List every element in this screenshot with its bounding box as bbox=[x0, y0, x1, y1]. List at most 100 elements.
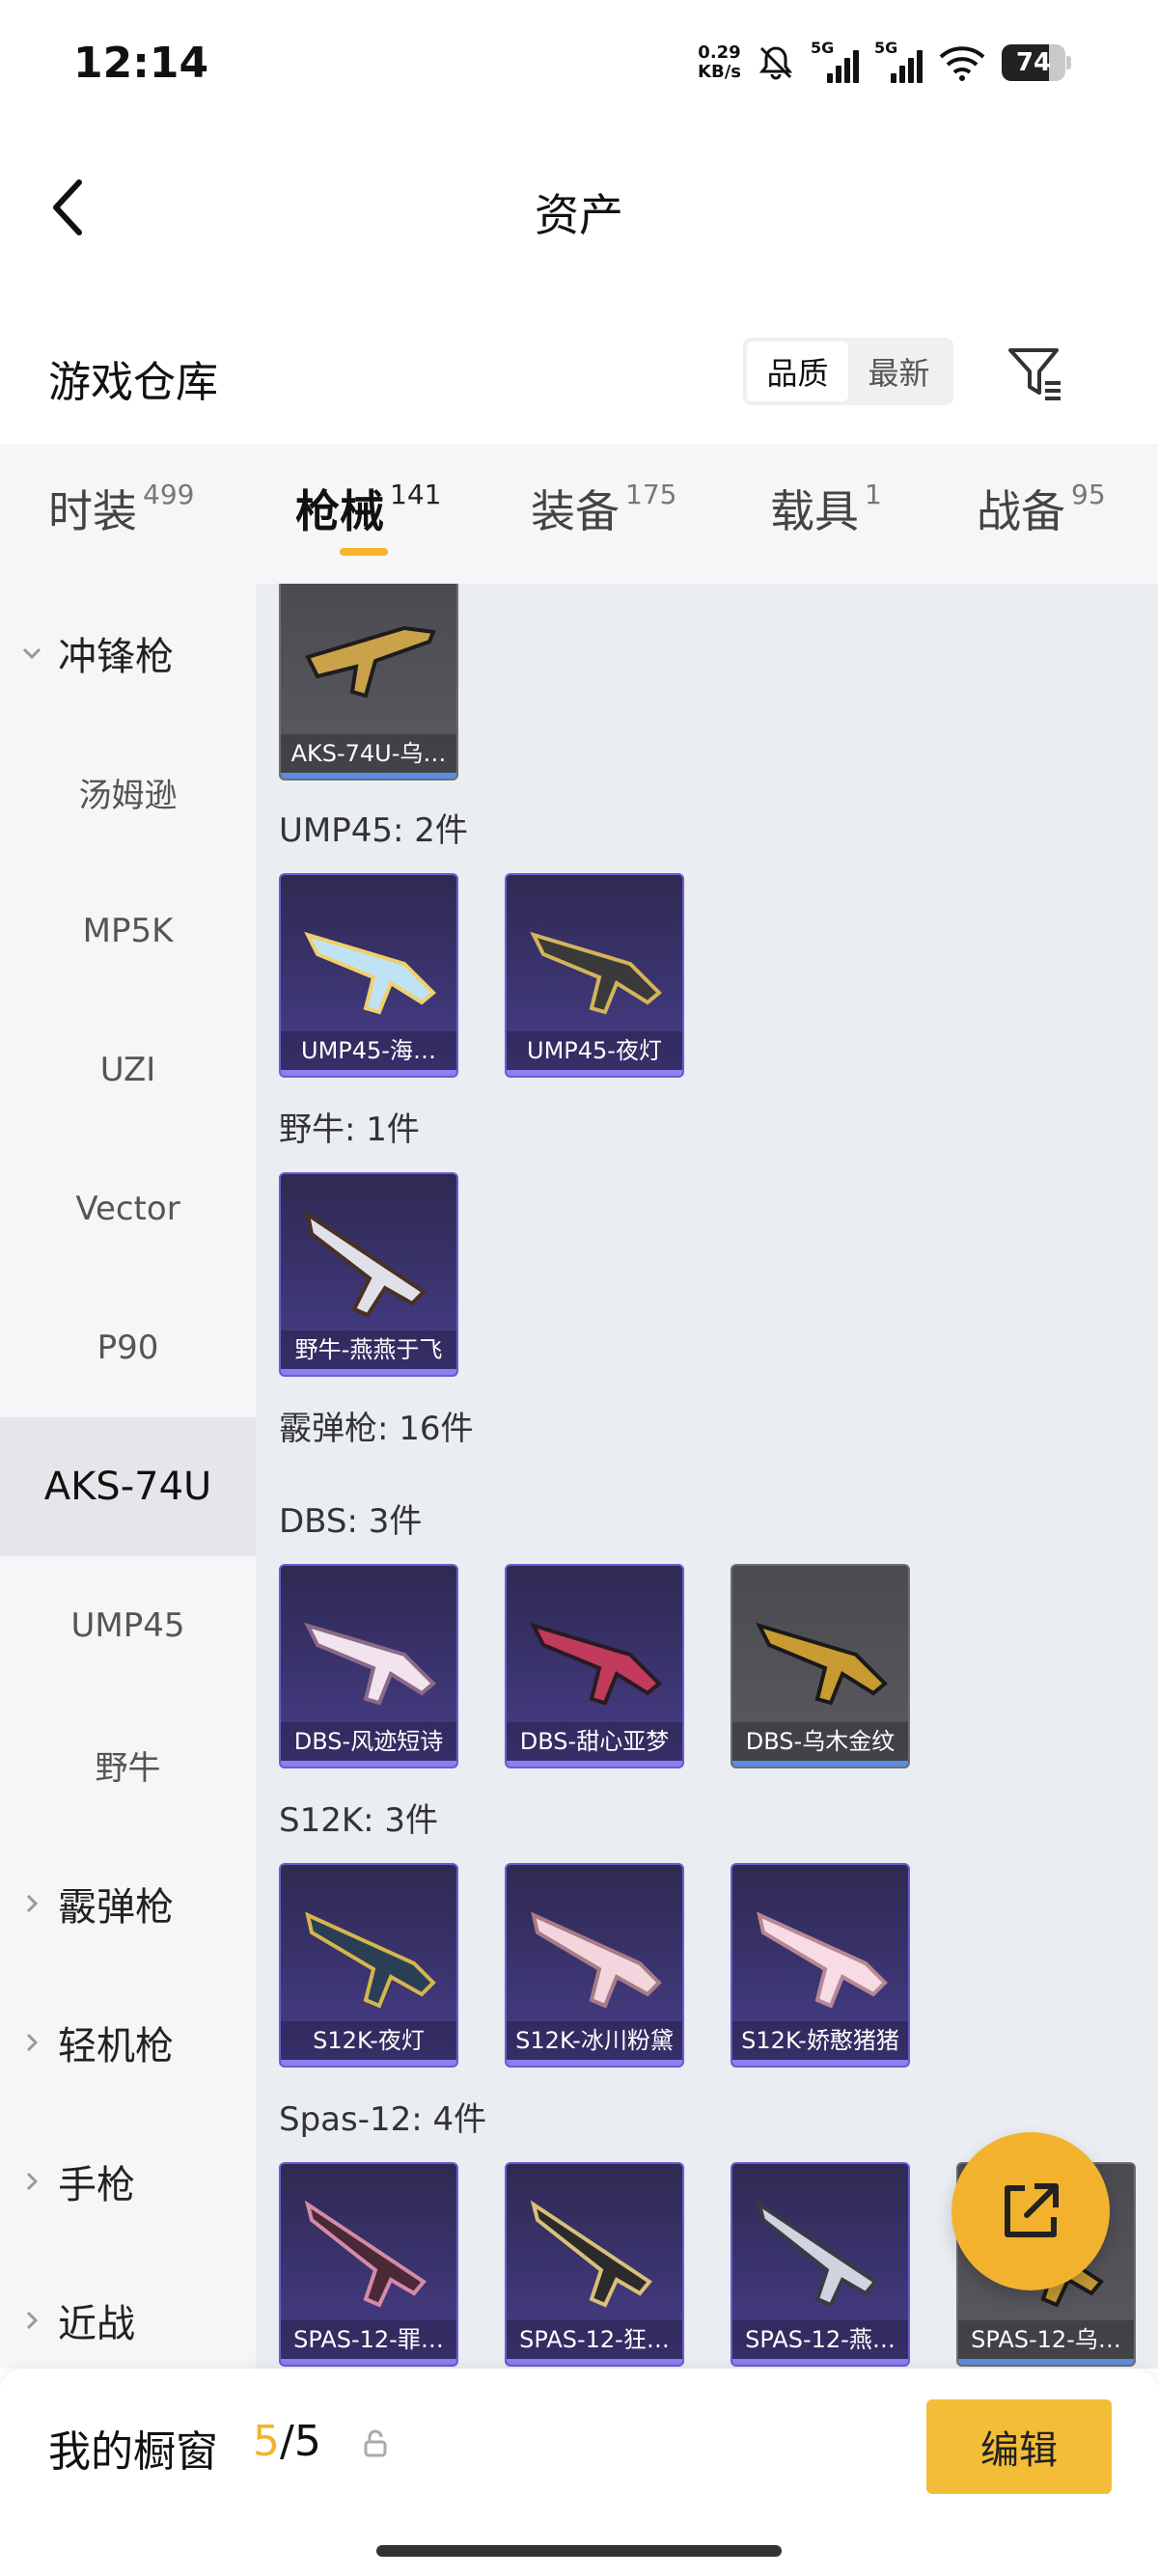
sort-toggle: 品质 最新 bbox=[743, 338, 953, 405]
weapon-card[interactable]: DBS-甜心亚梦 bbox=[505, 1564, 684, 1768]
weapon-name: UMP45-海… bbox=[281, 1031, 456, 1070]
weapon-image-icon bbox=[304, 1622, 436, 1706]
weapon-name: SPAS-12-乌… bbox=[958, 2320, 1134, 2359]
weapon-grid: AKS-74U-乌… UMP45: 2件 UMP45-海… UMP45-夜灯 野… bbox=[256, 584, 1158, 2369]
tab-equipment[interactable]: 装备 175 bbox=[531, 477, 676, 540]
lock-icon bbox=[364, 2429, 387, 2457]
weapon-image-icon bbox=[531, 1911, 662, 2009]
weapon-card[interactable]: DBS-乌木金纹 bbox=[731, 1564, 910, 1768]
network-speed-value: 0.29 bbox=[698, 42, 741, 63]
sidebar-group-label: 轻机枪 bbox=[58, 2024, 174, 2069]
filter-icon bbox=[1008, 348, 1061, 400]
weapon-name: S12K-夜灯 bbox=[281, 2021, 456, 2060]
weapon-name: SPAS-12-燕… bbox=[732, 2320, 908, 2359]
weapon-card[interactable]: AKS-74U-乌… bbox=[279, 584, 458, 781]
weapon-card[interactable]: SPAS-12-罪… bbox=[279, 2162, 458, 2367]
weapon-image-icon bbox=[304, 2200, 427, 2308]
weapon-card[interactable]: S12K-夜灯 bbox=[279, 1863, 458, 2068]
sidebar-group-pistol[interactable]: 手枪 bbox=[0, 2112, 256, 2251]
sidebar-item-ump45[interactable]: UMP45 bbox=[0, 1556, 256, 1695]
chevron-down-icon bbox=[19, 641, 44, 666]
weapon-card[interactable]: 野牛-燕燕于飞 bbox=[279, 1172, 458, 1377]
sidebar-item-mp5k[interactable]: MP5K bbox=[0, 862, 256, 1000]
warehouse-header: 游戏仓库 品质 最新 bbox=[0, 318, 1158, 425]
sidebar-group-lmg[interactable]: 轻机枪 bbox=[0, 1973, 256, 2112]
weapon-image-icon bbox=[305, 1210, 427, 1318]
sidebar-item-thompson[interactable]: 汤姆逊 bbox=[0, 723, 256, 862]
chevron-right-icon bbox=[19, 2030, 44, 2055]
category-label: S12K: 3件 bbox=[279, 1801, 439, 1840]
sidebar-item-p90[interactable]: P90 bbox=[0, 1278, 256, 1417]
showcase-count: 5/5 bbox=[253, 2417, 321, 2466]
share-external-icon bbox=[1005, 2183, 1059, 2237]
weapon-image-icon bbox=[305, 1911, 436, 2009]
edit-button[interactable]: 编辑 bbox=[926, 2399, 1112, 2494]
weapon-name: DBS-乌木金纹 bbox=[732, 1722, 908, 1761]
tab-vehicles[interactable]: 载具 1 bbox=[770, 477, 882, 540]
weapon-name: S12K-冰川粉黛 bbox=[507, 2021, 682, 2060]
sidebar-group-label: 霰弹枪 bbox=[58, 1885, 174, 1930]
home-indicator bbox=[376, 2545, 782, 2557]
showcase-count-total: /5 bbox=[280, 2417, 321, 2466]
status-icons: 0.29 KB/s 5G 5G 74 bbox=[698, 39, 1071, 87]
signal-icon: 5G bbox=[811, 39, 859, 83]
sort-newest-button[interactable]: 最新 bbox=[848, 342, 950, 401]
chevron-right-icon bbox=[19, 2308, 44, 2333]
network-speed: 0.29 KB/s bbox=[698, 43, 741, 82]
weapon-name: DBS-风迹短诗 bbox=[281, 1722, 456, 1761]
sidebar-group-shotgun[interactable]: 霰弹枪 bbox=[0, 1834, 256, 1973]
category-label: DBS: 3件 bbox=[279, 1502, 423, 1541]
tab-count: 175 bbox=[625, 479, 677, 510]
weapon-name: 野牛-燕燕于飞 bbox=[281, 1330, 456, 1369]
weapon-card[interactable]: UMP45-海… bbox=[279, 873, 458, 1078]
weapon-image-icon bbox=[304, 931, 436, 1015]
status-time: 12:14 bbox=[73, 39, 209, 88]
weapon-card[interactable]: SPAS-12-狂… bbox=[505, 2162, 684, 2367]
showcase-bar: 我的橱窗 5/5 编辑 bbox=[0, 2369, 1158, 2576]
weapon-name: SPAS-12-罪… bbox=[281, 2320, 456, 2359]
tab-label: 装备 bbox=[531, 485, 620, 537]
section-title: 游戏仓库 bbox=[48, 358, 218, 407]
sidebar-item-aks74u[interactable]: AKS-74U bbox=[0, 1417, 256, 1556]
sidebar-group-melee[interactable]: 近战 bbox=[0, 2251, 256, 2369]
tab-count: 1 bbox=[865, 479, 882, 510]
weapon-image-icon bbox=[530, 931, 662, 1015]
weapon-type-sidebar: 冲锋枪 汤姆逊 MP5K UZI Vector P90 AKS-74U UMP4… bbox=[0, 584, 256, 2369]
weapon-image-icon bbox=[756, 1622, 888, 1706]
tab-label: 战备 bbox=[977, 485, 1065, 537]
sort-quality-button[interactable]: 品质 bbox=[747, 342, 848, 401]
weapon-name: AKS-74U-乌… bbox=[281, 734, 456, 773]
tab-count: 95 bbox=[1071, 479, 1106, 510]
weapon-name: S12K-娇憨猪猪 bbox=[732, 2021, 908, 2060]
weapon-name: UMP45-夜灯 bbox=[507, 1031, 682, 1070]
signal-icon: 5G bbox=[874, 39, 923, 83]
tab-label: 枪械 bbox=[295, 485, 384, 537]
weapon-card[interactable]: DBS-风迹短诗 bbox=[279, 1564, 458, 1768]
share-button[interactable] bbox=[951, 2132, 1110, 2290]
sidebar-group-smg[interactable]: 冲锋枪 bbox=[0, 584, 256, 723]
weapon-image-icon bbox=[530, 2200, 652, 2308]
sidebar-item-bizon[interactable]: 野牛 bbox=[0, 1695, 256, 1834]
tab-fashion[interactable]: 时装 499 bbox=[48, 477, 194, 540]
showcase-label: 我的橱窗 bbox=[48, 2427, 218, 2477]
sidebar-group-label: 手枪 bbox=[58, 2163, 135, 2207]
weapon-card[interactable]: S12K-娇憨猪猪 bbox=[731, 1863, 910, 2068]
tab-firearms[interactable]: 枪械 141 bbox=[295, 477, 441, 540]
filter-button[interactable] bbox=[1004, 342, 1067, 405]
mute-bell-icon bbox=[757, 43, 795, 82]
category-tabs: 时装 499 枪械 141 装备 175 载具 1 战备 95 bbox=[0, 444, 1158, 584]
sidebar-item-uzi[interactable]: UZI bbox=[0, 1000, 256, 1139]
tab-count: 499 bbox=[143, 479, 195, 510]
weapon-name: SPAS-12-狂… bbox=[507, 2320, 682, 2359]
tab-supplies[interactable]: 战备 95 bbox=[977, 477, 1106, 540]
category-label: 野牛: 1件 bbox=[279, 1110, 420, 1149]
weapon-image-icon bbox=[530, 1622, 662, 1706]
weapon-card[interactable]: UMP45-夜灯 bbox=[505, 873, 684, 1078]
sidebar-item-vector[interactable]: Vector bbox=[0, 1139, 256, 1278]
chevron-right-icon bbox=[19, 2169, 44, 2194]
showcase-count-current: 5 bbox=[253, 2417, 280, 2466]
weapon-card[interactable]: S12K-冰川粉黛 bbox=[505, 1863, 684, 2068]
wifi-icon bbox=[938, 43, 986, 82]
app-header: 资产 bbox=[0, 130, 1158, 285]
weapon-card[interactable]: SPAS-12-燕… bbox=[731, 2162, 910, 2367]
